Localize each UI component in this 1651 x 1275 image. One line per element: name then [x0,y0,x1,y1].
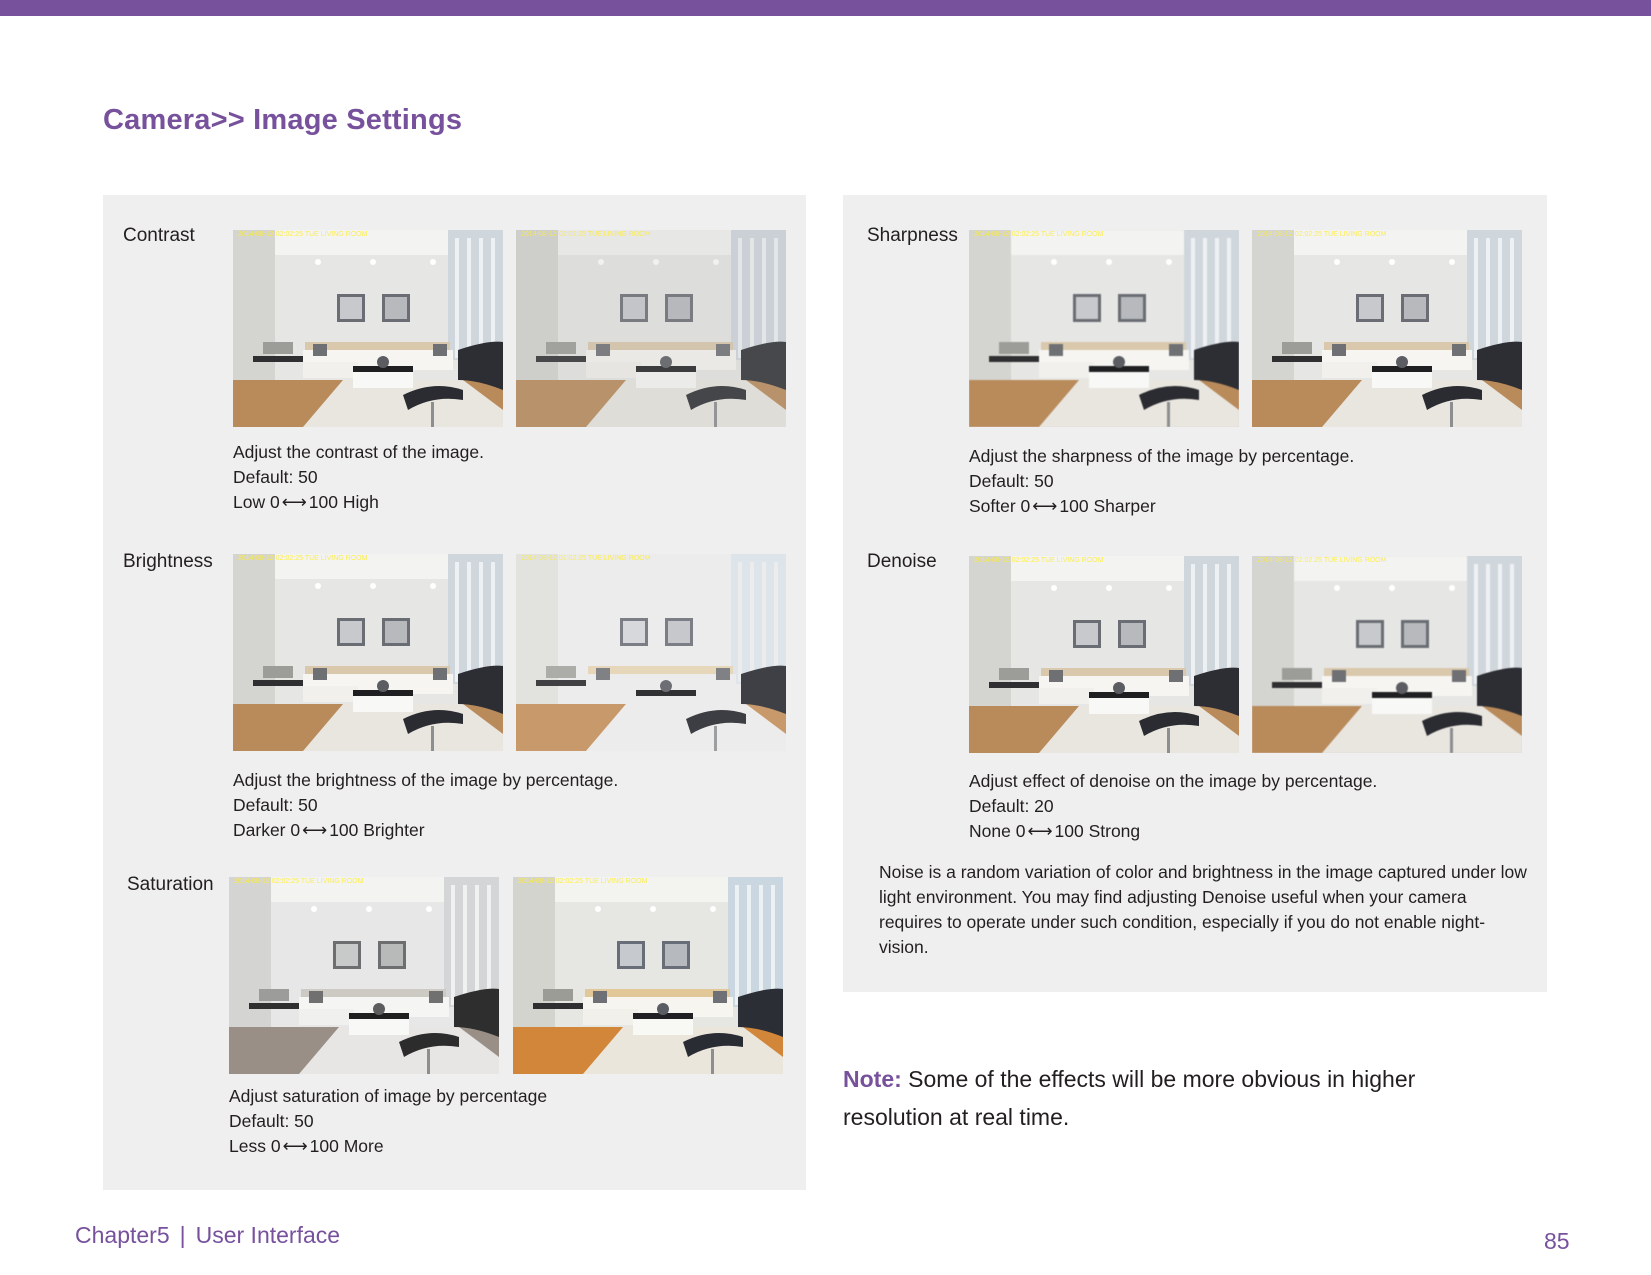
living-room-photo [969,556,1239,753]
denoise-preview-before: 2014-08-12 02:02:25 TUE LIVING ROOM [969,556,1239,753]
denoise-preview-after: 2014-08-12 02:02:25 TUE LIVING ROOM [1252,556,1522,753]
saturation-range: Less 0 ⟷ 100 More [229,1134,547,1159]
contrast-caption: Adjust the contrast of the image. Defaul… [233,440,484,515]
sharpness-range-high: 100 Sharper [1059,496,1156,516]
saturation-caption: Adjust saturation of image by percentage… [229,1084,547,1159]
double-arrow-icon: ⟷ [281,492,307,512]
sharpness-range: Softer 0 ⟷ 100 Sharper [969,494,1354,519]
sharpness-caption: Adjust the sharpness of the image by per… [969,444,1354,519]
contrast-preview-after: 2014-08-12 02:02:25 TUE LIVING ROOM [516,230,786,427]
double-arrow-icon: ⟷ [282,1136,308,1156]
saturation-label: Saturation [127,874,214,895]
brightness-range-low: Darker 0 [233,820,301,840]
living-room-photo [516,230,786,427]
camera-overlay-text: 2014-08-12 02:02:25 TUE LIVING ROOM [974,231,1104,238]
camera-overlay-text: 2014-08-12 02:02:25 TUE LIVING ROOM [238,555,368,562]
saturation-preview-after: 2014-08-12 02:02:25 TUE LIVING ROOM [513,877,783,1074]
sharpness-preview-before: 2014-08-12 02:02:25 TUE LIVING ROOM [969,230,1239,427]
saturation-range-low: Less 0 [229,1136,281,1156]
living-room-photo [1252,230,1522,427]
brightness-range: Darker 0 ⟷ 100 Brighter [233,818,618,843]
double-arrow-icon: ⟷ [1027,821,1053,841]
sharpness-default: Default: 50 [969,471,1054,491]
camera-overlay-text: 2014-08-12 02:02:25 TUE LIVING ROOM [521,555,651,562]
camera-overlay-text: 2014-08-12 02:02:25 TUE LIVING ROOM [234,878,364,885]
brightness-caption: Adjust the brightness of the image by pe… [233,768,618,843]
camera-overlay-text: 2014-08-12 02:02:25 TUE LIVING ROOM [518,878,648,885]
living-room-photo [233,554,503,751]
contrast-range-low: Low 0 [233,492,280,512]
brightness-label: Brightness [123,551,213,572]
saturation-range-high: 100 More [309,1136,384,1156]
footer-separator: | [179,1222,186,1248]
note-label: Note: [843,1066,902,1092]
brightness-range-high: 100 Brighter [329,820,425,840]
denoise-range-low: None 0 [969,821,1026,841]
contrast-label: Contrast [123,225,195,246]
saturation-preview-before: 2014-08-12 02:02:25 TUE LIVING ROOM [229,877,499,1074]
denoise-caption: Adjust effect of denoise on the image by… [969,769,1377,844]
contrast-range: Low 0 ⟷ 100 High [233,490,484,515]
contrast-range-high: 100 High [308,492,379,512]
living-room-photo [969,230,1239,427]
contrast-description: Adjust the contrast of the image. [233,442,484,462]
denoise-range-high: 100 Strong [1054,821,1141,841]
saturation-default: Default: 50 [229,1111,314,1131]
camera-overlay-text: 2014-08-12 02:02:25 TUE LIVING ROOM [1257,557,1387,564]
living-room-photo [229,877,499,1074]
sharpness-preview-after: 2014-08-12 02:02:25 TUE LIVING ROOM [1252,230,1522,427]
sharpness-range-low: Softer 0 [969,496,1031,516]
camera-overlay-text: 2014-08-12 02:02:25 TUE LIVING ROOM [1257,231,1387,238]
double-arrow-icon: ⟷ [302,820,328,840]
saturation-description: Adjust saturation of image by percentage [229,1086,548,1106]
brightness-preview-before: 2014-08-12 02:02:25 TUE LIVING ROOM [233,554,503,751]
contrast-default: Default: 50 [233,467,318,487]
camera-overlay-text: 2014-08-12 02:02:25 TUE LIVING ROOM [521,231,651,238]
contrast-preview-before: 2014-08-12 02:02:25 TUE LIVING ROOM [233,230,503,427]
living-room-photo [513,877,783,1074]
living-room-photo [516,554,786,751]
denoise-range: None 0 ⟷ 100 Strong [969,819,1377,844]
footer-section: User Interface [195,1222,341,1248]
living-room-photo [233,230,503,427]
denoise-label: Denoise [867,551,937,572]
sharpness-description: Adjust the sharpness of the image by per… [969,446,1355,466]
sharpness-label: Sharpness [867,225,958,246]
brightness-description: Adjust the brightness of the image by pe… [233,770,619,790]
denoise-description: Adjust effect of denoise on the image by… [969,771,1378,791]
double-arrow-icon: ⟷ [1032,496,1058,516]
footer-chapter-name: Chapter5 [75,1222,170,1248]
footer-chapter: Chapter5 | User Interface [75,1222,340,1249]
living-room-photo [1252,556,1522,753]
camera-overlay-text: 2014-08-12 02:02:25 TUE LIVING ROOM [238,231,368,238]
brightness-preview-after: 2014-08-12 02:02:25 TUE LIVING ROOM [516,554,786,751]
page-number: 85 [1544,1228,1570,1254]
note-paragraph: Note: Some of the effects will be more o… [843,1060,1483,1136]
page-title: Camera>> Image Settings [103,104,463,136]
denoise-explanation: Noise is a random variation of color and… [879,862,1527,957]
top-accent-bar [0,0,1651,16]
brightness-default: Default: 50 [233,795,318,815]
denoise-default: Default: 20 [969,796,1054,816]
camera-overlay-text: 2014-08-12 02:02:25 TUE LIVING ROOM [974,557,1104,564]
note-text: Some of the effects will be more obvious… [843,1066,1416,1130]
